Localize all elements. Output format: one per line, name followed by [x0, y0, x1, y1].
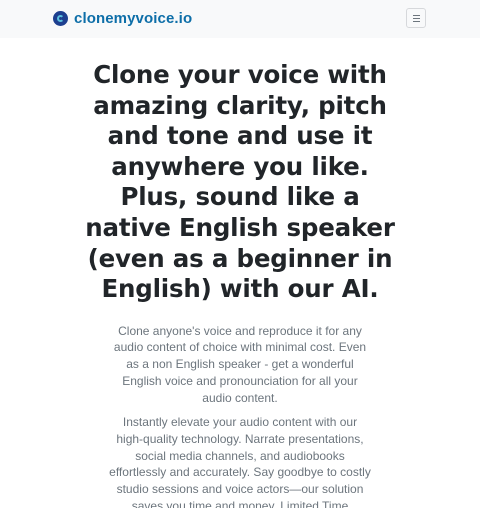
brand-link[interactable]: clonemyvoice.io [53, 10, 192, 27]
hero-headline: Clone your voice with amazing clarity, p… [85, 60, 395, 304]
navbar: clonemyvoice.io [0, 0, 480, 38]
menu-toggle-button[interactable] [406, 8, 426, 28]
hero-section: Clone your voice with amazing clarity, p… [0, 38, 480, 508]
brand-name: clonemyvoice.io [74, 10, 193, 27]
clonemyvoice-logo-icon [53, 11, 68, 26]
hero-promotion-text: Instantly elevate your audio content wit… [109, 415, 371, 508]
hamburger-menu-icon [412, 14, 420, 22]
hero-description: Clone anyone's voice and reproduce it fo… [113, 323, 367, 405]
